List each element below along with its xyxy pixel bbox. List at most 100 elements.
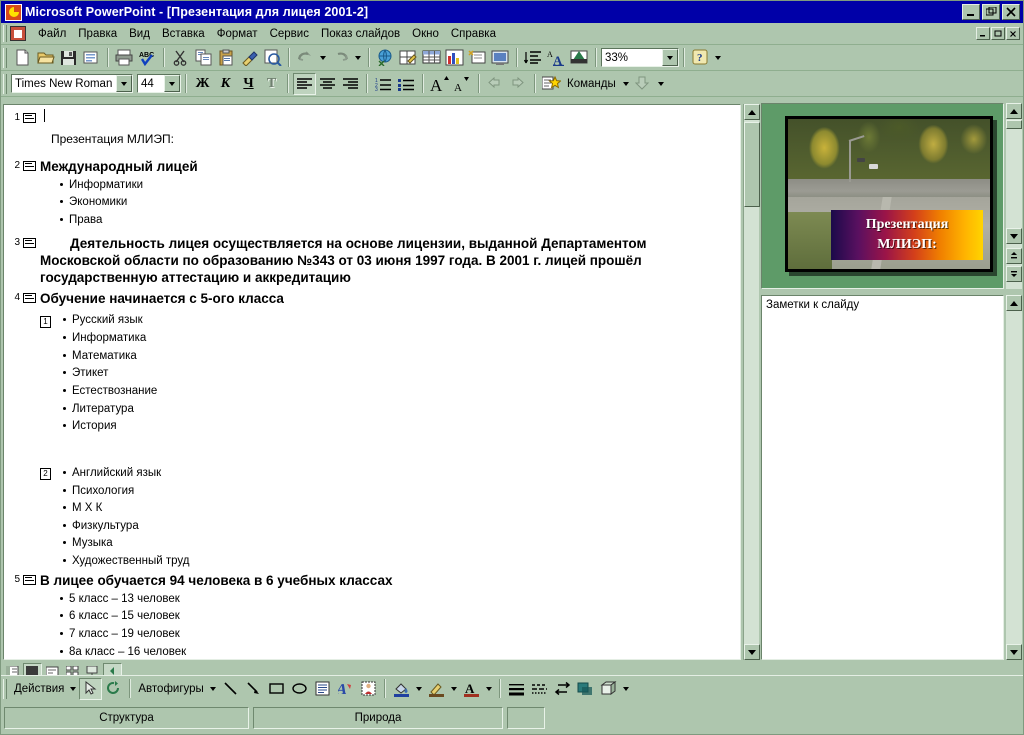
list-item[interactable]: Естествознание — [63, 382, 157, 400]
line-color-dropdown-arrow[interactable] — [448, 678, 460, 700]
scroll-down-arrow[interactable] — [744, 644, 760, 660]
menu-item-format[interactable]: Формат — [211, 26, 264, 42]
doc-minimize-button[interactable] — [976, 27, 990, 40]
align-center-icon[interactable] — [316, 73, 339, 95]
font-size-combo[interactable]: 44 — [137, 74, 181, 93]
outline-pane[interactable]: 1 Презентация МЛИЭП: 2 Международный лиц… — [3, 104, 741, 660]
placeholder-marker[interactable]: 2 — [40, 468, 51, 481]
spellcheck-icon[interactable]: ABC — [136, 47, 159, 69]
promote-icon[interactable] — [484, 73, 507, 95]
font-color-icon[interactable]: A — [460, 678, 483, 700]
slide-thumbnail[interactable]: Презентация МЛИЭП: — [785, 116, 993, 272]
slide-preview-pane[interactable]: Презентация МЛИЭП: — [761, 103, 1004, 289]
demote-icon[interactable] — [507, 73, 530, 95]
outline-slide-row[interactable]: 2 Международный лицей — [4, 157, 740, 176]
list-item[interactable]: 8а класс – 16 человек — [60, 643, 740, 659]
fill-color-dropdown-arrow[interactable] — [413, 678, 425, 700]
formatting-toolbar-overflow-arrow[interactable] — [655, 73, 667, 95]
outline-scrollbar-thumb[interactable] — [744, 122, 760, 207]
commands-dropdown-arrow[interactable] — [620, 73, 632, 95]
list-item[interactable]: Психология — [63, 482, 189, 500]
menu-item-file[interactable]: Файл — [32, 26, 72, 42]
zoom-dropdown-button[interactable] — [662, 49, 678, 66]
numbered-list-icon[interactable]: 123 — [372, 73, 395, 95]
align-left-icon[interactable] — [293, 72, 316, 95]
menu-item-insert[interactable]: Вставка — [156, 26, 211, 42]
open-folder-icon[interactable] — [34, 47, 57, 69]
actions-dropdown-arrow[interactable] — [67, 678, 79, 700]
text-shadow-button[interactable]: T — [260, 73, 283, 95]
slide-title[interactable]: Международный лицей — [36, 157, 198, 176]
hyperlink-globe-icon[interactable] — [374, 47, 397, 69]
document-icon[interactable] — [10, 26, 26, 41]
slide-scroll-up-arrow[interactable] — [1006, 103, 1022, 119]
list-item[interactable]: Информатика — [63, 330, 157, 348]
list-item[interactable]: История — [63, 418, 157, 436]
list-item[interactable]: 5 класс – 13 человек — [60, 590, 740, 608]
list-item[interactable]: Музыка — [63, 535, 189, 553]
list-item[interactable]: Литература — [63, 400, 157, 418]
menu-item-edit[interactable]: Правка — [72, 26, 123, 42]
align-right-icon[interactable] — [339, 73, 362, 95]
redo-dropdown-arrow[interactable] — [352, 47, 364, 69]
notes-scroll-down-arrow[interactable] — [1006, 644, 1022, 660]
increase-font-size-icon[interactable]: A — [428, 73, 451, 95]
slide-title[interactable]: Обучение начинается с 5-ого класса — [36, 289, 284, 308]
previous-slide-button[interactable] — [1006, 248, 1022, 264]
arrow-icon[interactable] — [242, 678, 265, 700]
paste-clipboard-icon[interactable] — [215, 47, 238, 69]
tables-and-borders-icon[interactable] — [397, 47, 420, 69]
new-document-icon[interactable] — [11, 47, 34, 69]
select-arrow-icon[interactable] — [79, 677, 103, 700]
slide-icon[interactable] — [23, 292, 36, 303]
undo-icon[interactable] — [294, 47, 317, 69]
notes-pane[interactable]: Заметки к слайду — [761, 295, 1004, 660]
notes-scroll-up-arrow[interactable] — [1006, 295, 1022, 311]
free-rotate-icon[interactable] — [102, 678, 125, 700]
slide-icon[interactable] — [23, 161, 36, 171]
insert-table-icon[interactable] — [420, 47, 443, 69]
list-item[interactable]: Информатики — [60, 176, 740, 194]
arrow-style-icon[interactable] — [551, 678, 574, 700]
slide-design-icon[interactable] — [489, 47, 512, 69]
placeholder-marker[interactable]: 1 — [40, 315, 51, 328]
slide-icon[interactable] — [23, 237, 36, 248]
list-item[interactable]: Русский язык — [63, 312, 157, 330]
drawing-toolbar-grip[interactable] — [3, 678, 7, 699]
outline-slide-row[interactable]: 5 В лицее обучается 94 человека в 6 учеб… — [4, 571, 740, 590]
slide-title[interactable]: В лицее обучается 94 человека в 6 учебны… — [36, 571, 392, 590]
list-item[interactable]: 6 класс – 15 человек — [60, 608, 740, 626]
animation-effects-icon[interactable] — [540, 73, 563, 95]
rectangle-icon[interactable] — [265, 678, 288, 700]
dash-style-icon[interactable] — [528, 678, 551, 700]
print-icon[interactable] — [113, 47, 136, 69]
menu-item-help[interactable]: Справка — [445, 26, 502, 42]
restore-button[interactable] — [982, 4, 1000, 20]
decrease-font-size-icon[interactable]: A — [451, 73, 474, 95]
show-formatting-icon[interactable] — [568, 47, 591, 69]
slide-title[interactable]: Деятельность лицея осуществляется на осн… — [36, 234, 686, 287]
slide-title-banner[interactable]: Презентация МЛИЭП: — [831, 210, 983, 260]
menu-item-tools[interactable]: Сервис — [264, 26, 315, 42]
new-slide-icon[interactable] — [466, 47, 489, 69]
save-disk-icon[interactable] — [57, 47, 80, 69]
actions-menu-label[interactable]: Действия — [11, 683, 67, 695]
menu-item-window[interactable]: Окно — [406, 26, 445, 42]
clipart-icon[interactable] — [357, 678, 380, 700]
font-name-dropdown-button[interactable] — [116, 75, 132, 92]
line-style-icon[interactable] — [505, 678, 528, 700]
expand-all-icon[interactable] — [522, 47, 545, 69]
list-item[interactable]: Математика — [63, 347, 157, 365]
slide-title[interactable] — [36, 109, 40, 111]
preview-icon[interactable] — [261, 47, 284, 69]
next-slide-button[interactable] — [1006, 266, 1022, 282]
copy-icon[interactable] — [192, 47, 215, 69]
scroll-up-arrow[interactable] — [744, 104, 760, 120]
fill-color-icon[interactable] — [390, 678, 413, 700]
autoshapes-menu-label[interactable]: Автофигуры — [135, 683, 206, 695]
shadow-icon[interactable] — [574, 678, 597, 700]
redo-icon[interactable] — [329, 47, 352, 69]
slide-pane-scrollbar[interactable] — [1006, 103, 1022, 289]
text-box-icon[interactable] — [311, 678, 334, 700]
line-color-icon[interactable] — [425, 678, 448, 700]
